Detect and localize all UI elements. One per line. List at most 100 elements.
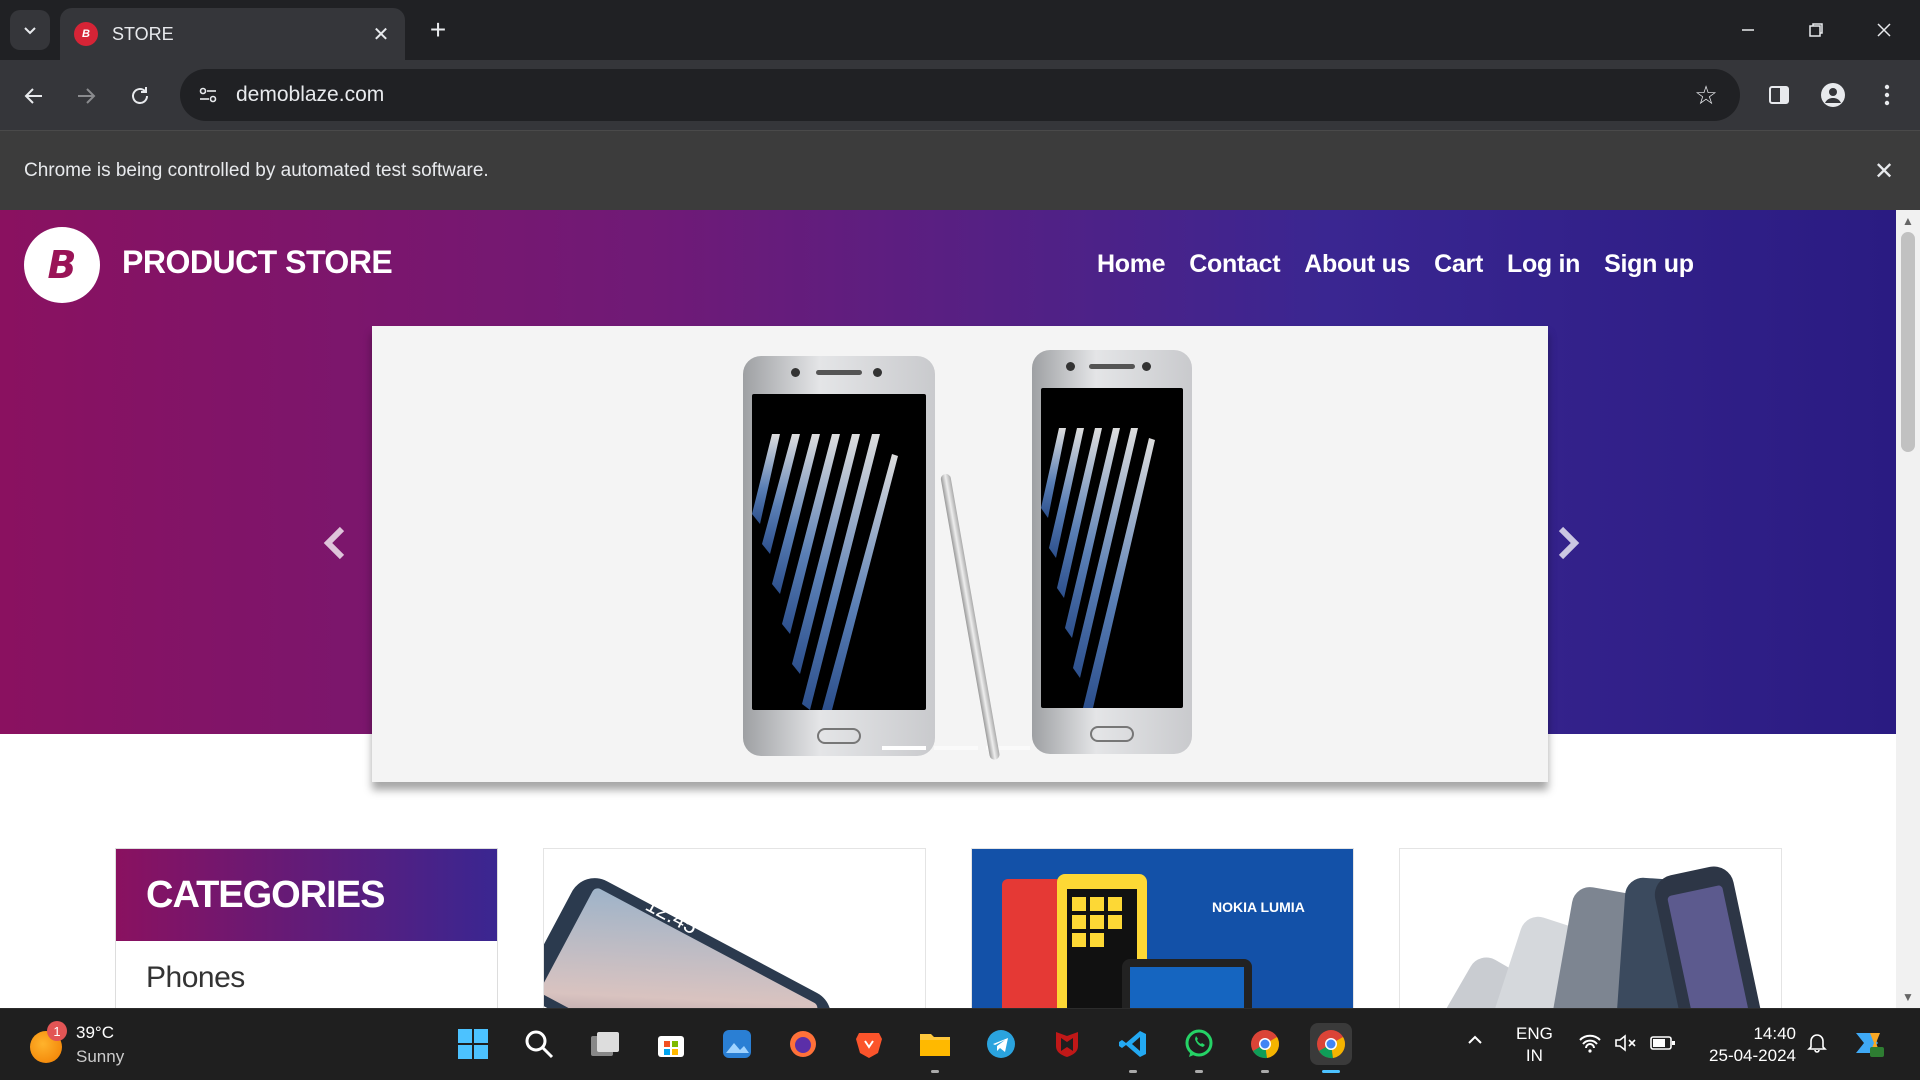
- chevron-left-icon: [323, 526, 345, 560]
- forward-button[interactable]: [66, 76, 106, 116]
- store-icon: [658, 1036, 684, 1057]
- tab-close-icon[interactable]: ✕: [369, 22, 393, 46]
- microsoft-store-button[interactable]: [650, 1023, 692, 1065]
- nav-home[interactable]: Home: [1097, 250, 1166, 279]
- restore-icon: [1809, 23, 1823, 37]
- samsung-note-phone-image: [743, 356, 935, 756]
- product-card-samsung-s6[interactable]: 12:45: [543, 848, 926, 1008]
- copilot-icon: [1856, 1033, 1884, 1057]
- wifi-button[interactable]: [1578, 1033, 1602, 1059]
- reload-icon: [132, 87, 148, 104]
- nav-cart[interactable]: Cart: [1434, 250, 1483, 279]
- brand-name[interactable]: PRODUCT STORE: [122, 244, 393, 281]
- product-card-nokia-lumia[interactable]: NOKIA LUMIA: [971, 848, 1354, 1008]
- telegram-button[interactable]: [980, 1023, 1022, 1065]
- carousel-indicator-1[interactable]: [882, 746, 926, 750]
- nexus-6-image: [1416, 866, 1766, 1008]
- app-running-indicator: [931, 1070, 939, 1073]
- task-view-button[interactable]: [584, 1023, 626, 1065]
- arrow-left-icon: [24, 88, 42, 104]
- vscode-button[interactable]: [1112, 1023, 1154, 1073]
- site-logo[interactable]: B: [24, 227, 100, 303]
- wifi-icon: [1579, 1034, 1601, 1053]
- language-indicator[interactable]: ENG IN: [1516, 1023, 1553, 1067]
- windows-start-icon: [458, 1029, 488, 1059]
- volume-button[interactable]: [1614, 1033, 1638, 1059]
- side-panel-icon: [1769, 86, 1789, 104]
- volume-muted-icon: [1615, 1034, 1636, 1052]
- show-hidden-icons-button[interactable]: [1466, 1031, 1484, 1055]
- brave-button[interactable]: [848, 1023, 890, 1065]
- nav-sign-up[interactable]: Sign up: [1604, 250, 1694, 279]
- weather-temp[interactable]: 39°C: [76, 1023, 114, 1043]
- mcafee-shield-icon: [1056, 1032, 1078, 1057]
- whatsapp-button[interactable]: [1178, 1023, 1220, 1073]
- scrollbar-thumb[interactable]: [1901, 232, 1915, 452]
- brave-icon: [856, 1033, 882, 1058]
- telegram-icon: [987, 1030, 1015, 1058]
- nav-about-us[interactable]: About us: [1304, 250, 1410, 279]
- restore-button[interactable]: [1794, 12, 1838, 48]
- app-active-indicator: [1322, 1070, 1340, 1073]
- nav-contact[interactable]: Contact: [1189, 250, 1280, 279]
- category-phones[interactable]: Phones: [116, 941, 497, 1008]
- file-explorer-button[interactable]: [914, 1023, 956, 1073]
- chrome-icon: [1317, 1030, 1345, 1059]
- carousel-next-button[interactable]: [1555, 522, 1581, 572]
- mcafee-button[interactable]: [1046, 1023, 1088, 1065]
- tab-title: STORE: [112, 23, 174, 44]
- product-card-nexus-6[interactable]: [1399, 848, 1782, 1008]
- task-view-icon: [591, 1032, 619, 1056]
- chrome-profile-button[interactable]: [1244, 1023, 1286, 1073]
- start-button[interactable]: [452, 1023, 494, 1065]
- app-running-indicator: [1261, 1070, 1269, 1073]
- weather-badge: 1: [47, 1021, 67, 1041]
- photos-icon: [723, 1030, 751, 1058]
- carousel-prev-button[interactable]: [322, 522, 348, 572]
- search-icon: [525, 1030, 554, 1059]
- nav-log-in[interactable]: Log in: [1507, 250, 1580, 279]
- clock-date: 25-04-2024: [1709, 1046, 1796, 1065]
- minimize-button[interactable]: [1726, 12, 1770, 48]
- bookmark-star-icon[interactable]: ☆: [1686, 75, 1726, 115]
- battery-button[interactable]: [1650, 1033, 1676, 1059]
- scroll-up-icon[interactable]: ▲: [1902, 214, 1914, 228]
- notifications-button[interactable]: [1806, 1031, 1828, 1059]
- copilot-button[interactable]: [1852, 1027, 1886, 1065]
- page-scrollbar[interactable]: ▲ ▼: [1896, 210, 1920, 1008]
- scroll-down-icon[interactable]: ▼: [1902, 990, 1914, 1004]
- back-button[interactable]: [14, 76, 54, 116]
- infobar-message: Chrome is being controlled by automated …: [24, 160, 489, 181]
- chrome-active-button[interactable]: [1310, 1023, 1352, 1073]
- photos-button[interactable]: [716, 1023, 758, 1065]
- main-nav: Home Contact About us Cart Log in Sign u…: [1097, 250, 1694, 279]
- carousel-indicators: [882, 746, 1030, 750]
- categories-header[interactable]: CATEGORIES: [116, 849, 497, 941]
- address-bar[interactable]: demoblaze.com ☆: [180, 69, 1740, 121]
- profile-icon: [1821, 83, 1845, 107]
- search-button[interactable]: [518, 1023, 560, 1065]
- profile-button[interactable]: [1812, 74, 1854, 116]
- weather-condition[interactable]: Sunny: [76, 1047, 124, 1067]
- carousel-indicator-2[interactable]: [934, 746, 978, 750]
- chevron-right-icon: [1558, 526, 1580, 560]
- reload-button[interactable]: [120, 76, 160, 116]
- url-text[interactable]: demoblaze.com: [236, 83, 1686, 107]
- categories-title: CATEGORIES: [146, 873, 385, 916]
- menu-button[interactable]: [1866, 74, 1908, 116]
- kebab-menu-icon: [1884, 84, 1890, 106]
- vscode-icon: [1119, 1031, 1146, 1057]
- chrome-icon: [1251, 1030, 1279, 1059]
- site-info-button[interactable]: [188, 75, 228, 115]
- infobar-close-icon[interactable]: ✕: [1866, 153, 1902, 189]
- active-tab[interactable]: B STORE ✕: [60, 8, 405, 60]
- page-viewport: B PRODUCT STORE Home Contact About us Ca…: [0, 210, 1896, 1008]
- close-window-button[interactable]: [1862, 12, 1906, 48]
- firefox-icon: [790, 1031, 816, 1057]
- new-tab-button[interactable]: +: [422, 14, 454, 46]
- tab-strip: B STORE ✕ +: [0, 0, 1920, 60]
- clock[interactable]: 14:40 25-04-2024: [1700, 1023, 1796, 1067]
- side-panel-button[interactable]: [1758, 74, 1800, 116]
- firefox-button[interactable]: [782, 1023, 824, 1065]
- tab-search-button[interactable]: [10, 10, 50, 50]
